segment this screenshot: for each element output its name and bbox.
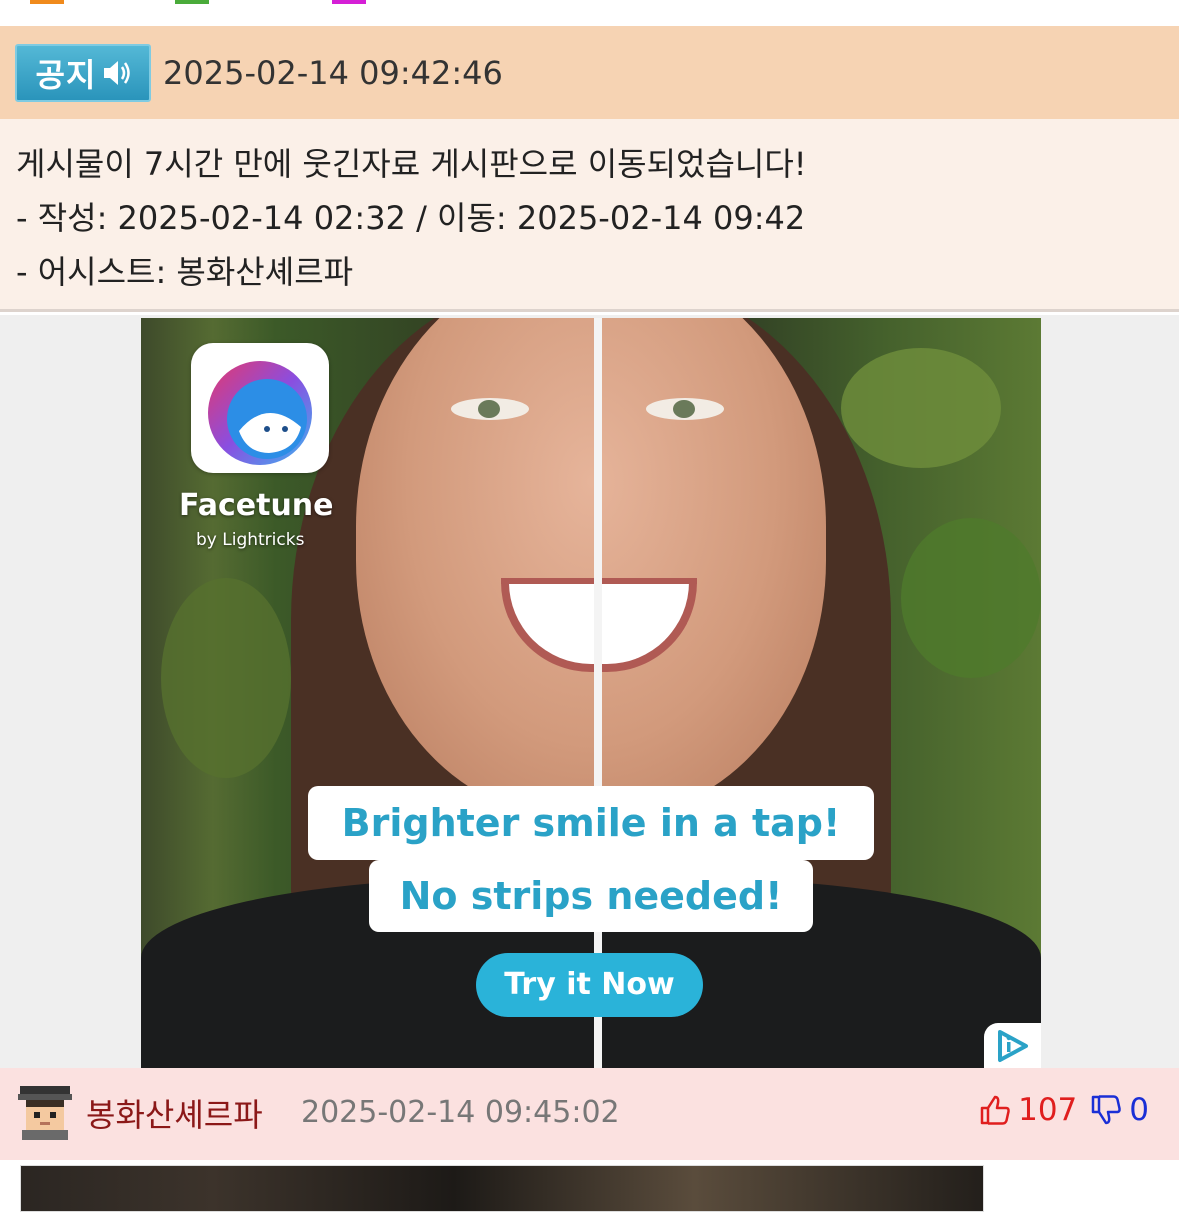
right-eye (646, 398, 724, 420)
ad-brand-sub: by Lightricks (196, 530, 305, 550)
notice-header: 공지 2025-02-14 09:42:46 (0, 26, 1179, 119)
facetune-app-icon (191, 343, 329, 473)
speaker-icon (104, 60, 131, 85)
ad-brand: Facetune (179, 488, 334, 523)
foliage (841, 348, 1001, 468)
foliage (161, 578, 291, 778)
notice-badge-label: 공지 (35, 55, 97, 94)
face (356, 318, 826, 818)
ad-headline-1: Brighter smile in a tap! (308, 786, 874, 860)
top-strip (0, 0, 1179, 26)
notice-write-move-times: - 작성: 2025-02-14 02:32 / 이동: 2025-02-14 … (16, 199, 806, 237)
downvote-count: 0 (1129, 1092, 1149, 1128)
comment-header: 봉화산셰르파 2025-02-14 09:45:02 107 0 (0, 1068, 1179, 1160)
ad-headline-2: No strips needed! (369, 860, 813, 932)
notice-body: 게시물이 7시간 만에 웃긴자료 게시판으로 이동되었습니다! - 작성: 20… (0, 119, 1179, 312)
thumbs-up-icon[interactable] (978, 1093, 1012, 1127)
try-it-now-button[interactable]: Try it Now (476, 953, 703, 1017)
comment-content (0, 1160, 1179, 1212)
tab-marker-green[interactable] (175, 0, 209, 4)
notice-assist: - 어시스트: 봉화산셰르파 (16, 253, 354, 291)
comment-timestamp: 2025-02-14 09:45:02 (301, 1095, 620, 1130)
notice-move-message: 게시물이 7시간 만에 웃긴자료 게시판으로 이동되었습니다! (16, 145, 807, 183)
adchoices-icon[interactable] (984, 1023, 1041, 1068)
avatar[interactable] (16, 1084, 74, 1142)
foliage (901, 518, 1041, 678)
tab-marker-magenta[interactable] (332, 0, 366, 4)
comment-image[interactable] (20, 1165, 984, 1212)
notice-badge: 공지 (15, 43, 151, 102)
notice-timestamp: 2025-02-14 09:42:46 (163, 53, 503, 92)
left-eye (451, 398, 529, 420)
tab-marker-orange[interactable] (30, 0, 64, 4)
ad-area: Facetune by Lightricks Brighter smile in… (0, 315, 1179, 1068)
thumbs-down-icon[interactable] (1089, 1093, 1123, 1127)
vote-box: 107 0 (978, 1092, 1149, 1128)
comment-username[interactable]: 봉화산셰르파 (86, 1090, 263, 1136)
facetune-logo-icon (208, 361, 312, 465)
upvote-count: 107 (1018, 1092, 1078, 1128)
advertisement-banner[interactable]: Facetune by Lightricks Brighter smile in… (141, 318, 1041, 1068)
